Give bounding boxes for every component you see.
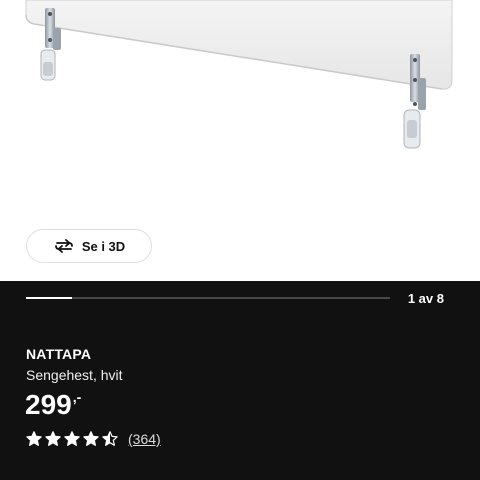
star-half-icon xyxy=(102,431,118,446)
gallery-page-counter: 1 av 8 xyxy=(407,291,444,306)
product-rating[interactable]: (364) xyxy=(26,431,161,447)
price-suffix: ,- xyxy=(72,389,82,405)
star-full-icon xyxy=(83,431,99,446)
product-description: Sengehest, hvit xyxy=(26,367,123,383)
view-in-3d-label: Se i 3D xyxy=(81,238,126,254)
product-image-gallery[interactable]: Se i 3D xyxy=(0,0,480,281)
product-info-panel: 1 av 8 NATTAPA Sengehest, hvit 299 ,- (3… xyxy=(0,281,480,480)
gallery-progress-bar[interactable] xyxy=(26,297,390,299)
price-amount: 299 xyxy=(25,389,72,420)
rotate-3d-icon xyxy=(53,239,75,253)
product-name: NATTAPA xyxy=(26,346,92,362)
view-in-3d-button[interactable]: Se i 3D xyxy=(26,229,152,263)
star-full-icon xyxy=(26,431,42,446)
rating-stars xyxy=(26,431,118,447)
product-price: 299 ,- xyxy=(25,387,81,423)
gallery-progress-fill xyxy=(26,297,72,299)
review-count-link[interactable]: (364) xyxy=(128,431,161,447)
star-full-icon xyxy=(45,431,61,446)
star-full-icon xyxy=(64,431,80,446)
